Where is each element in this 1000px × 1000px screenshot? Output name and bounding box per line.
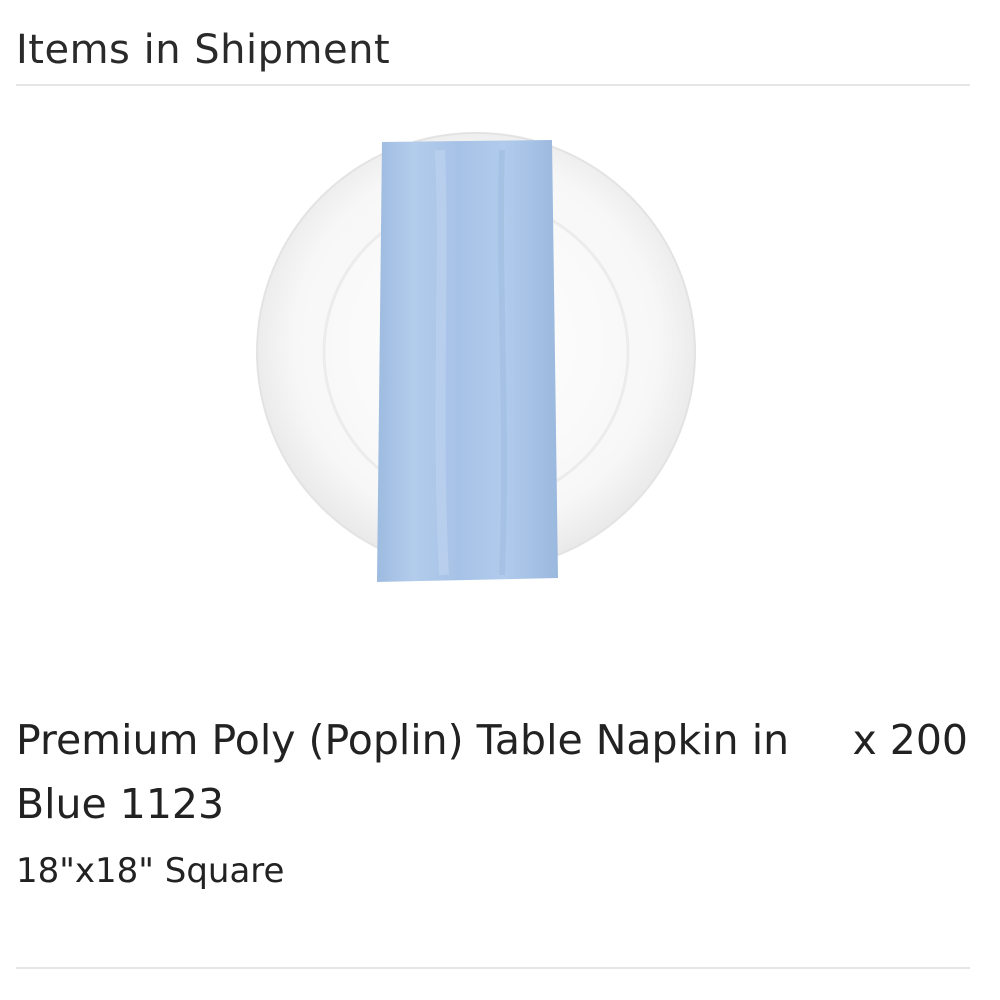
product-image[interactable]	[240, 120, 720, 610]
item-quantity: x 200	[852, 716, 968, 764]
item-name: Premium Poly (Poplin) Table Napkin in Bl…	[16, 716, 790, 828]
item-size: 18"x18" Square	[16, 851, 285, 891]
section-divider	[16, 84, 970, 86]
section-divider-bottom	[16, 967, 970, 969]
page-title: Items in Shipment	[16, 27, 391, 73]
